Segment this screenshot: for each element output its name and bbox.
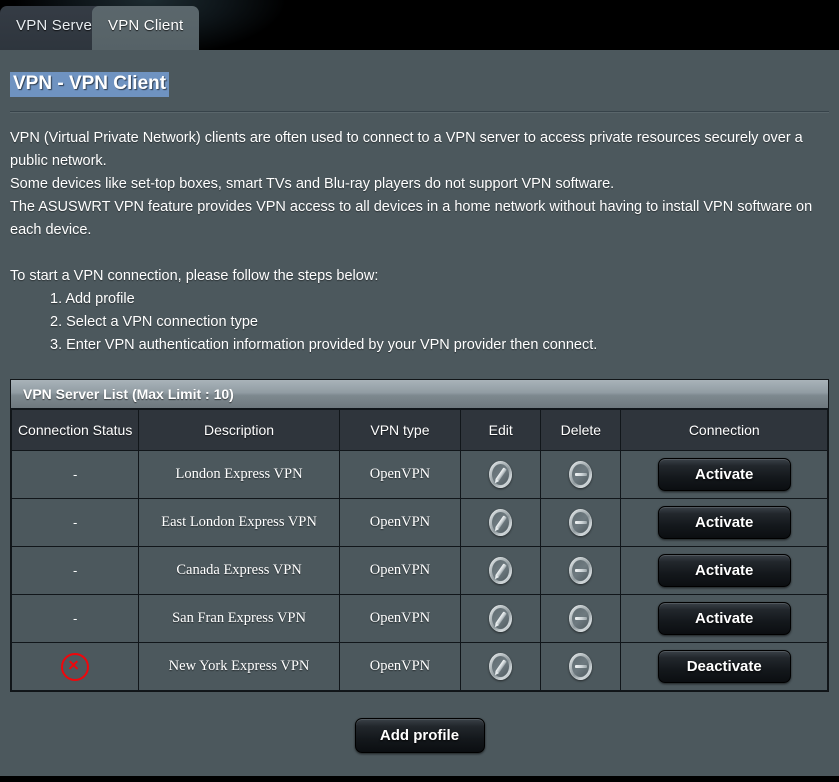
pencil-glyph: [495, 515, 507, 530]
minus-circle-icon[interactable]: [569, 509, 593, 536]
pencil-icon[interactable]: [489, 557, 513, 584]
minus-glyph: [574, 521, 587, 524]
minus-circle-icon[interactable]: [569, 557, 593, 584]
connection-toggle-button[interactable]: Deactivate: [657, 650, 791, 683]
minus-circle-icon[interactable]: [569, 461, 593, 488]
cell-description: Canada Express VPN: [138, 546, 340, 595]
vpn-server-table: Connection Status Description VPN type E…: [10, 409, 828, 691]
cell-edit: [460, 642, 542, 691]
cell-vpn-type: OpenVPN: [338, 594, 462, 643]
minus-glyph: [574, 569, 587, 572]
column-header-connection-status: Connection Status: [10, 409, 140, 451]
cell-connection-status: -: [10, 450, 140, 499]
cell-delete: [540, 450, 622, 499]
status-text: -: [72, 563, 78, 578]
cell-edit: [460, 594, 542, 643]
cell-description: East London Express VPN: [138, 498, 340, 547]
table-row: - San Fran Express VPN OpenVPN Activate: [10, 594, 828, 643]
step-item-2: 2. Select a VPN connection type: [50, 314, 258, 330]
page-title: VPN - VPN Client: [10, 72, 170, 97]
tab-bar: VPN Server VPN Client: [0, 0, 839, 50]
pencil-glyph: [495, 659, 507, 674]
column-header-edit: Edit: [460, 409, 542, 451]
cell-vpn-type: OpenVPN: [338, 450, 462, 499]
add-profile-button[interactable]: Add profile: [354, 718, 485, 753]
cell-vpn-type: OpenVPN: [338, 498, 462, 547]
intro-line-1: VPN (Virtual Private Network) clients ar…: [10, 130, 803, 169]
table-body: - London Express VPN OpenVPN Activate - East …: [10, 450, 828, 691]
column-header-delete: Delete: [540, 409, 622, 451]
cell-delete: [540, 642, 622, 691]
column-header-connection: Connection: [620, 409, 828, 451]
status-text: -: [72, 467, 78, 482]
pencil-glyph: [495, 563, 507, 578]
minus-circle-icon[interactable]: [569, 605, 593, 632]
cell-connection: Deactivate: [620, 642, 828, 691]
connection-toggle-button[interactable]: Activate: [657, 602, 791, 635]
tab-vpn-client-label: VPN Client: [108, 17, 184, 34]
step-item-1: 1. Add profile: [50, 291, 135, 307]
cell-delete: [540, 594, 622, 643]
steps-list: 1. Add profile 2. Select a VPN connectio…: [10, 288, 839, 357]
cell-description: London Express VPN: [138, 450, 340, 499]
cell-vpn-type: OpenVPN: [338, 642, 462, 691]
cell-delete: [540, 498, 622, 547]
cell-vpn-type: OpenVPN: [338, 546, 462, 595]
title-divider: [10, 111, 829, 113]
table-row: - London Express VPN OpenVPN Activate: [10, 450, 828, 499]
tab-vpn-server-label: VPN Server: [16, 17, 98, 34]
cell-edit: [460, 450, 542, 499]
pencil-icon[interactable]: [489, 653, 513, 680]
intro-line-2: Some devices like set-top boxes, smart T…: [10, 176, 615, 192]
cell-connection: Activate: [620, 498, 828, 547]
tab-vpn-client[interactable]: VPN Client: [92, 6, 200, 50]
column-header-vpn-type: VPN type: [338, 409, 462, 451]
cell-connection: Activate: [620, 546, 828, 595]
intro-spacer: [10, 242, 825, 265]
pencil-glyph: [495, 467, 507, 482]
cell-edit: [460, 498, 542, 547]
minus-glyph: [574, 473, 587, 476]
table-row: - East London Express VPN OpenVPN Activate: [10, 498, 828, 547]
add-profile-row: Add profile: [0, 718, 839, 753]
main-panel: VPN - VPN Client VPN (Virtual Private Ne…: [0, 50, 839, 776]
error-x-circle-icon: [61, 652, 90, 681]
vpn-server-list-panel: VPN Server List (Max Limit : 10) Connect…: [10, 379, 829, 692]
table-row: - Canada Express VPN OpenVPN Activate: [10, 546, 828, 595]
cell-connection: Activate: [620, 450, 828, 499]
pencil-icon[interactable]: [489, 461, 513, 488]
connection-toggle-button[interactable]: Activate: [657, 506, 791, 539]
table-header-row: Connection Status Description VPN type E…: [10, 409, 828, 451]
cell-connection: Activate: [620, 594, 828, 643]
cell-connection-status: -: [10, 546, 140, 595]
bottom-edge: [0, 776, 839, 782]
cell-delete: [540, 546, 622, 595]
cell-edit: [460, 546, 542, 595]
column-header-description: Description: [138, 409, 340, 451]
connection-toggle-button[interactable]: Activate: [657, 458, 791, 491]
pencil-icon[interactable]: [489, 605, 513, 632]
pencil-icon[interactable]: [489, 509, 513, 536]
minus-circle-icon[interactable]: [569, 653, 593, 680]
cell-connection-status: -: [10, 594, 140, 643]
status-text: -: [72, 611, 78, 626]
connection-toggle-button[interactable]: Activate: [657, 554, 791, 587]
status-text: -: [72, 515, 78, 530]
steps-intro: To start a VPN connection, please follow…: [10, 268, 379, 284]
intro-text: VPN (Virtual Private Network) clients ar…: [10, 127, 825, 288]
vpn-server-list-header: VPN Server List (Max Limit : 10): [11, 380, 828, 409]
table-row: New York Express VPN OpenVPN Deactivate: [10, 642, 828, 691]
step-item-3: 3. Enter VPN authentication information …: [50, 337, 598, 353]
pencil-glyph: [495, 611, 507, 626]
cell-connection-status: [10, 642, 140, 691]
cell-connection-status: -: [10, 498, 140, 547]
cell-description: San Fran Express VPN: [138, 594, 340, 643]
minus-glyph: [574, 665, 587, 668]
minus-glyph: [574, 617, 587, 620]
intro-line-3: The ASUSWRT VPN feature provides VPN acc…: [10, 199, 813, 238]
cell-description: New York Express VPN: [138, 642, 340, 691]
